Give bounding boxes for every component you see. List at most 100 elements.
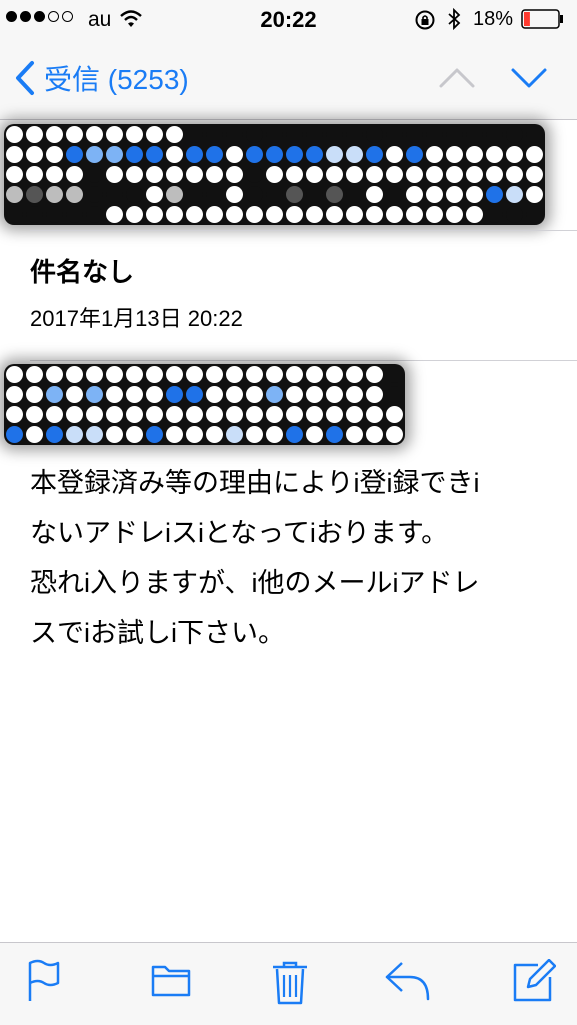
redaction-dot: [446, 186, 463, 203]
redaction-dot: [46, 166, 63, 183]
redaction-dot: [6, 406, 23, 423]
redaction-dot: [146, 166, 163, 183]
redaction-dot: [46, 186, 63, 203]
redaction-dot: [406, 126, 423, 143]
message-subject: 件名なし: [30, 257, 135, 287]
redaction-dot: [486, 126, 503, 143]
compose-icon[interactable]: [512, 959, 556, 1003]
redaction-dot: [366, 146, 383, 163]
redaction-dot: [26, 146, 43, 163]
redaction-dot: [286, 426, 303, 443]
previous-message-icon[interactable]: [438, 66, 476, 90]
redaction-dot: [346, 366, 363, 383]
redaction-dot: [166, 126, 183, 143]
redaction-dot: [306, 186, 323, 203]
recipient-redacted[interactable]: [4, 364, 405, 445]
redaction-dot: [266, 406, 283, 423]
rotation-lock-icon: [415, 10, 435, 30]
back-label: 受信 (5253): [44, 64, 189, 95]
redaction-dot: [166, 186, 183, 203]
redaction-dot: [326, 386, 343, 403]
redaction-dot: [206, 186, 223, 203]
folder-icon[interactable]: [150, 959, 192, 999]
redaction-dot: [146, 366, 163, 383]
redaction-dot: [346, 166, 363, 183]
redaction-dot: [326, 406, 343, 423]
redaction-dot: [146, 386, 163, 403]
redaction-dot: [286, 186, 303, 203]
redaction-dot: [366, 366, 383, 383]
redaction-dot: [366, 406, 383, 423]
redaction-dot: [306, 146, 323, 163]
redaction-dot: [166, 166, 183, 183]
redaction-dot: [486, 146, 503, 163]
redaction-dot: [86, 406, 103, 423]
redaction-dot: [66, 166, 83, 183]
next-message-icon[interactable]: [510, 66, 548, 90]
redaction-dot: [26, 386, 43, 403]
trash-icon[interactable]: [270, 959, 310, 1005]
redaction-dot: [386, 186, 403, 203]
redaction-dot: [166, 426, 183, 443]
redaction-dot: [346, 406, 363, 423]
redaction-dot: [206, 126, 223, 143]
reply-icon[interactable]: [384, 959, 432, 1003]
redaction-dot: [246, 386, 263, 403]
redaction-dot: [226, 426, 243, 443]
redaction-dot: [446, 146, 463, 163]
redaction-dot: [226, 366, 243, 383]
redaction-dot: [466, 186, 483, 203]
redaction-dot: [426, 206, 443, 223]
redaction-dot: [46, 126, 63, 143]
redaction-dot: [46, 146, 63, 163]
flag-icon[interactable]: [26, 959, 62, 1003]
back-to-inbox-button[interactable]: 受信 (5253): [14, 58, 189, 98]
redaction-dot: [306, 166, 323, 183]
redaction-dot: [386, 366, 403, 383]
redaction-dot: [386, 166, 403, 183]
redaction-dot: [506, 206, 523, 223]
redaction-dot: [106, 366, 123, 383]
redaction-dot: [106, 146, 123, 163]
redaction-dot: [66, 126, 83, 143]
sender-redacted[interactable]: [4, 124, 545, 225]
bottom-toolbar: [0, 942, 577, 1025]
redaction-dot: [126, 366, 143, 383]
redaction-dot: [186, 146, 203, 163]
redaction-dot: [426, 186, 443, 203]
redaction-dot: [306, 426, 323, 443]
redaction-dot: [266, 206, 283, 223]
status-bar: au 20:22 18%: [0, 0, 577, 40]
redaction-dot: [406, 146, 423, 163]
redaction-dot: [246, 166, 263, 183]
redaction-dot: [466, 206, 483, 223]
redaction-dot: [46, 426, 63, 443]
redaction-dot: [186, 386, 203, 403]
redaction-dot: [266, 186, 283, 203]
redaction-dot: [386, 426, 403, 443]
redaction-dot: [106, 126, 123, 143]
redaction-dot: [266, 386, 283, 403]
redaction-dot: [126, 166, 143, 183]
redaction-dot: [386, 206, 403, 223]
redaction-dot: [346, 146, 363, 163]
redaction-dot: [506, 166, 523, 183]
redaction-dot: [266, 426, 283, 443]
redaction-dot: [226, 206, 243, 223]
redaction-dot: [386, 126, 403, 143]
redaction-dot: [246, 426, 263, 443]
redaction-dot: [6, 186, 23, 203]
redaction-dot: [246, 406, 263, 423]
redaction-dot: [26, 206, 43, 223]
redaction-dot: [126, 426, 143, 443]
chevron-left-icon: [16, 61, 34, 95]
redaction-dot: [426, 126, 443, 143]
battery-percent: 18%: [473, 8, 514, 30]
redaction-dot: [106, 426, 123, 443]
redaction-dot: [266, 126, 283, 143]
redaction-dot: [386, 406, 403, 423]
redaction-dot: [226, 126, 243, 143]
redaction-dot: [246, 146, 263, 163]
redaction-dot: [166, 146, 183, 163]
redaction-dot: [426, 146, 443, 163]
